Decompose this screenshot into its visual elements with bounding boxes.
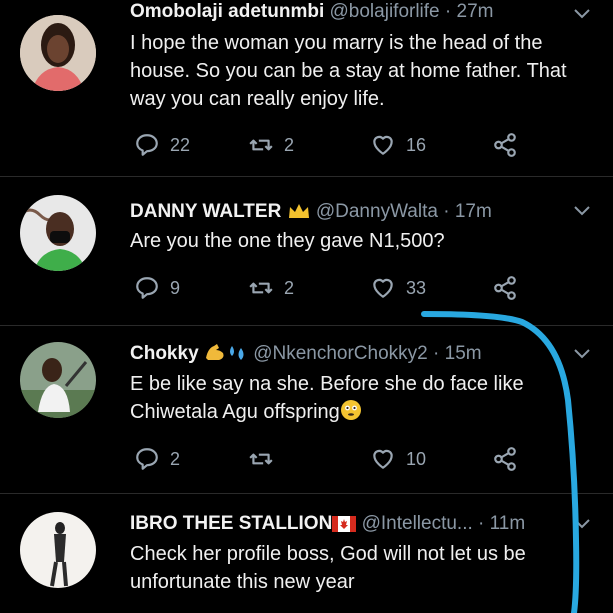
annotation-line bbox=[421, 311, 580, 613]
